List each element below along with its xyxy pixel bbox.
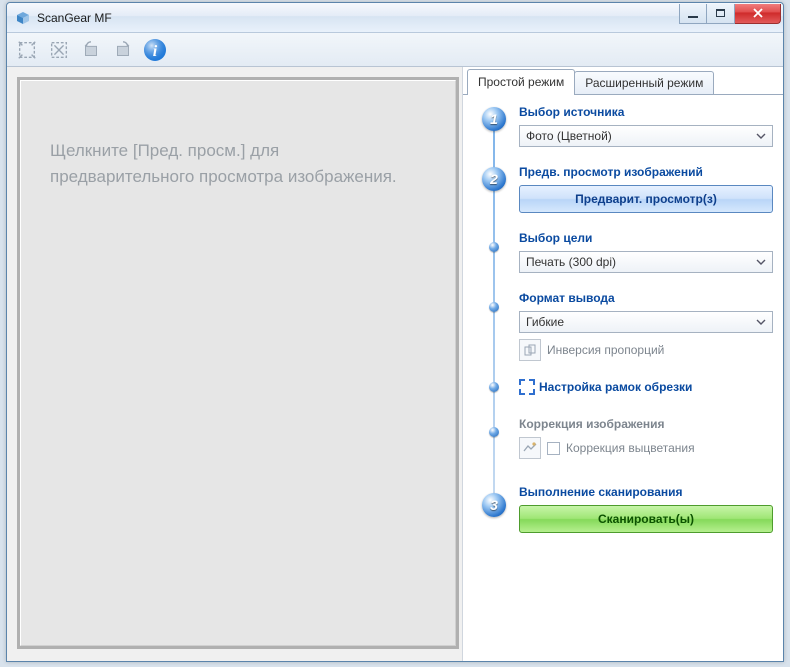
step-3-badge: 3 bbox=[482, 493, 506, 517]
section-correction: Коррекция изображения Коррекция выцветан… bbox=[519, 417, 773, 459]
tab-advanced-mode[interactable]: Расширенный режим bbox=[574, 71, 714, 94]
mode-tabs: Простой режим Расширенный режим bbox=[463, 69, 783, 95]
toolbar: i bbox=[7, 33, 783, 67]
rotate-left-icon[interactable] bbox=[77, 36, 105, 64]
preview-heading: Предв. просмотр изображений bbox=[519, 165, 773, 179]
output-heading: Формат вывода bbox=[519, 291, 773, 305]
source-heading: Выбор источника bbox=[519, 105, 773, 119]
step-2-badge: 2 bbox=[482, 167, 506, 191]
window-title: ScanGear MF bbox=[37, 11, 112, 25]
invert-aspect-button[interactable] bbox=[519, 339, 541, 361]
output-select-value: Гибкие bbox=[526, 315, 564, 329]
app-icon bbox=[15, 10, 31, 26]
source-select-value: Фото (Цветной) bbox=[526, 129, 612, 143]
output-select[interactable]: Гибкие bbox=[519, 311, 773, 333]
chevron-down-icon bbox=[754, 255, 768, 269]
settings-pane: Простой режим Расширенный режим 1 2 3 Вы… bbox=[462, 67, 783, 661]
tab-simple-mode[interactable]: Простой режим bbox=[467, 69, 575, 94]
maximize-button[interactable] bbox=[707, 4, 735, 24]
preview-placeholder: Щелкните [Пред. просм.] для предваритель… bbox=[50, 138, 426, 189]
fade-correction-icon bbox=[519, 437, 541, 459]
info-icon[interactable]: i bbox=[141, 36, 169, 64]
close-button[interactable] bbox=[735, 4, 781, 24]
correction-heading: Коррекция изображения bbox=[519, 417, 773, 431]
scan-heading: Выполнение сканирования bbox=[519, 485, 773, 499]
svg-text:i: i bbox=[153, 43, 158, 60]
app-window: ScanGear MF i bbox=[6, 2, 784, 662]
fade-correction-checkbox[interactable] bbox=[547, 442, 560, 455]
crop-frame-icon bbox=[519, 379, 535, 395]
section-crop: Настройка рамок обрезки bbox=[519, 379, 773, 395]
destination-select-value: Печать (300 dpi) bbox=[526, 255, 616, 269]
chevron-down-icon bbox=[754, 315, 768, 329]
preview-frame: Щелкните [Пред. просм.] для предваритель… bbox=[17, 77, 459, 649]
step-1-badge: 1 bbox=[482, 107, 506, 131]
section-destination: Выбор цели Печать (300 dpi) bbox=[519, 231, 773, 273]
content-area: Щелкните [Пред. просм.] для предваритель… bbox=[7, 67, 783, 661]
crop-auto-icon[interactable] bbox=[13, 36, 41, 64]
fade-correction-label: Коррекция выцветания bbox=[566, 441, 695, 455]
step-dot bbox=[489, 242, 499, 252]
destination-heading: Выбор цели bbox=[519, 231, 773, 245]
window-controls bbox=[679, 4, 781, 24]
crop-heading[interactable]: Настройка рамок обрезки bbox=[539, 380, 692, 394]
scan-button[interactable]: Сканировать(ы) bbox=[519, 505, 773, 533]
chevron-down-icon bbox=[754, 129, 768, 143]
section-preview: Предв. просмотр изображений Предварит. п… bbox=[519, 165, 773, 213]
section-scan: Выполнение сканирования Сканировать(ы) bbox=[519, 485, 773, 533]
title-bar: ScanGear MF bbox=[7, 3, 783, 33]
section-output: Формат вывода Гибкие Инверсия пропорций bbox=[519, 291, 773, 361]
preview-pane: Щелкните [Пред. просм.] для предваритель… bbox=[7, 67, 459, 661]
step-dot bbox=[489, 427, 499, 437]
crop-remove-icon[interactable] bbox=[45, 36, 73, 64]
rotate-right-icon[interactable] bbox=[109, 36, 137, 64]
preview-button[interactable]: Предварит. просмотр(з) bbox=[519, 185, 773, 213]
source-select[interactable]: Фото (Цветной) bbox=[519, 125, 773, 147]
minimize-button[interactable] bbox=[679, 4, 707, 24]
invert-aspect-label: Инверсия пропорций bbox=[547, 343, 664, 357]
section-source: Выбор источника Фото (Цветной) bbox=[519, 105, 773, 147]
destination-select[interactable]: Печать (300 dpi) bbox=[519, 251, 773, 273]
step-dot bbox=[489, 302, 499, 312]
step-dot bbox=[489, 382, 499, 392]
